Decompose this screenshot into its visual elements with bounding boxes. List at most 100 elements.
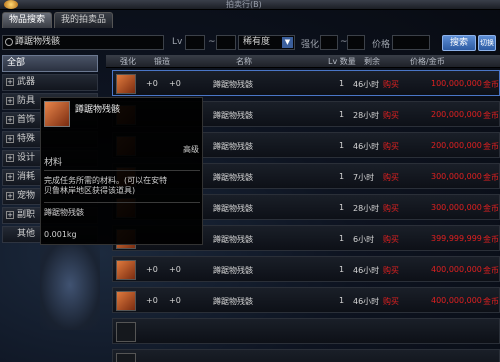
row-unit: 金币 xyxy=(483,142,499,151)
plus-icon: + xyxy=(6,116,14,124)
item-icon xyxy=(44,101,70,127)
row-qty: 1 xyxy=(339,203,345,212)
row-qty: 1 xyxy=(339,265,345,274)
row-unit: 金币 xyxy=(483,80,499,89)
row-qty: 1 xyxy=(339,234,345,243)
row-buy[interactable]: 购买 xyxy=(383,234,399,245)
category-label: 设计 xyxy=(17,153,36,163)
plus-icon: + xyxy=(6,173,14,181)
row-time: 6小时 xyxy=(353,235,375,244)
row-unit: 金币 xyxy=(483,266,499,275)
table-row[interactable]: +0 +0 蹲踞物残骸 1 46小时 购买 400,000,000 金币 xyxy=(112,256,500,282)
row-price: 200,000,000 xyxy=(431,141,482,150)
tooltip-name: 蹲踞物残骸 xyxy=(75,105,121,115)
window-title: 拍卖行(B) xyxy=(226,0,262,9)
rarity-value: 稀有度 xyxy=(243,37,271,47)
tooltip-footer: 蹲踞物残骸 xyxy=(44,208,84,217)
tab-bar: 物品搜索 我的拍卖品 xyxy=(2,12,114,28)
price-label: 价格 xyxy=(372,40,391,50)
enhance-min-input[interactable] xyxy=(320,35,338,50)
empty-slot xyxy=(116,322,136,342)
table-row[interactable]: +0 +0 蹲踞物残骸 1 46小时 购买 400,000,000 金币 xyxy=(112,287,500,313)
col-time[interactable]: 剩余 xyxy=(364,56,380,67)
row-time: 46小时 xyxy=(353,80,380,89)
price-input[interactable] xyxy=(392,35,430,50)
row-name: 蹲踞物残骸 xyxy=(213,235,253,244)
toggle-button[interactable]: 切换 xyxy=(478,35,496,51)
empty-slot xyxy=(116,353,136,362)
category-label: 其他 xyxy=(17,229,36,239)
row-unit: 金币 xyxy=(483,111,499,120)
search-button[interactable]: 搜索 xyxy=(442,35,476,51)
row-time: 46小时 xyxy=(353,142,380,151)
tooltip-type: 材料 xyxy=(44,158,63,168)
row-qty: 1 xyxy=(339,110,345,119)
row-enhance: +0 xyxy=(146,296,158,305)
table-row-empty[interactable] xyxy=(112,349,500,362)
row-price: 400,000,000 xyxy=(431,296,482,305)
item-icon xyxy=(116,291,136,311)
divider xyxy=(44,202,200,203)
row-buy[interactable]: 购买 xyxy=(383,141,399,152)
item-icon xyxy=(116,74,136,94)
search-bar: 蹲踞物残骸 Lv ~ 稀有度 ▼ 强化 ~ 价格 搜索 切换 xyxy=(2,35,496,53)
row-buy[interactable]: 购买 xyxy=(383,296,399,307)
row-time: 46小时 xyxy=(353,266,380,275)
tab-item-search[interactable]: 物品搜索 xyxy=(2,12,53,28)
level-min-input[interactable] xyxy=(185,35,205,50)
tooltip-description: 完成任务所需的材料。(可以在安特贝鲁林岸地区获得该道具) xyxy=(44,176,168,195)
col-price[interactable]: 价格/金币 xyxy=(410,56,445,67)
row-time: 7小时 xyxy=(353,173,375,182)
row-refine: +0 xyxy=(169,79,181,88)
plus-icon: + xyxy=(6,154,14,162)
plus-icon: + xyxy=(6,135,14,143)
category-all[interactable]: 全部 xyxy=(2,55,98,72)
title-bar: 拍卖行(B) xyxy=(0,0,500,10)
search-input[interactable]: 蹲踞物残骸 xyxy=(2,35,164,50)
row-qty: 1 xyxy=(339,172,345,181)
row-refine: +0 xyxy=(169,265,181,274)
category-label: 副职 xyxy=(17,210,36,220)
row-buy[interactable]: 购买 xyxy=(383,172,399,183)
tooltip-weight: 0.001kg xyxy=(44,230,77,239)
col-refine[interactable]: 锻造 xyxy=(154,56,170,67)
col-name[interactable]: 名称 xyxy=(236,56,252,67)
search-icon xyxy=(5,38,13,46)
category-label: 首饰 xyxy=(17,115,36,125)
enhance-max-input[interactable] xyxy=(347,35,365,50)
col-level-qty[interactable]: Lv 数量 xyxy=(328,56,356,67)
row-price: 400,000,000 xyxy=(431,265,482,274)
table-row[interactable]: +0 +0 蹲踞物残骸 1 46小时 购买 100,000,000 金币 xyxy=(112,70,500,96)
table-row-empty[interactable] xyxy=(112,318,500,344)
tooltip-grade: 高级 xyxy=(183,145,199,154)
category-weapon[interactable]: + 武器 xyxy=(2,74,98,91)
row-qty: 1 xyxy=(339,141,345,150)
level-sep: ~ xyxy=(208,37,216,47)
gold-ring-icon xyxy=(4,0,18,9)
category-label: 消耗 xyxy=(17,172,36,182)
row-unit: 金币 xyxy=(483,173,499,182)
tab-my-auctions[interactable]: 我的拍卖品 xyxy=(54,12,114,28)
row-buy[interactable]: 购买 xyxy=(383,79,399,90)
plus-icon: + xyxy=(6,211,14,219)
row-name: 蹲踞物残骸 xyxy=(213,80,253,89)
level-max-input[interactable] xyxy=(216,35,236,50)
row-unit: 金币 xyxy=(483,235,499,244)
row-price: 300,000,000 xyxy=(431,172,482,181)
row-buy[interactable]: 购买 xyxy=(383,265,399,276)
row-price: 300,000,000 xyxy=(431,203,482,212)
row-buy[interactable]: 购买 xyxy=(383,110,399,121)
item-tooltip: 蹲踞物残骸 高级 材料 完成任务所需的材料。(可以在安特贝鲁林岸地区获得该道具)… xyxy=(40,97,203,245)
row-refine: +0 xyxy=(169,296,181,305)
rarity-dropdown[interactable]: 稀有度 ▼ xyxy=(238,35,295,50)
row-price: 100,000,000 xyxy=(431,79,482,88)
character-art xyxy=(40,240,100,330)
col-enhance[interactable]: 强化 xyxy=(120,56,136,67)
row-price: 399,999,999 xyxy=(431,234,482,243)
row-buy[interactable]: 购买 xyxy=(383,203,399,214)
row-time: 28小时 xyxy=(353,111,380,120)
plus-icon: + xyxy=(6,97,14,105)
row-qty: 1 xyxy=(339,296,345,305)
category-label: 特殊 xyxy=(17,134,36,144)
row-name: 蹲踞物残骸 xyxy=(213,266,253,275)
